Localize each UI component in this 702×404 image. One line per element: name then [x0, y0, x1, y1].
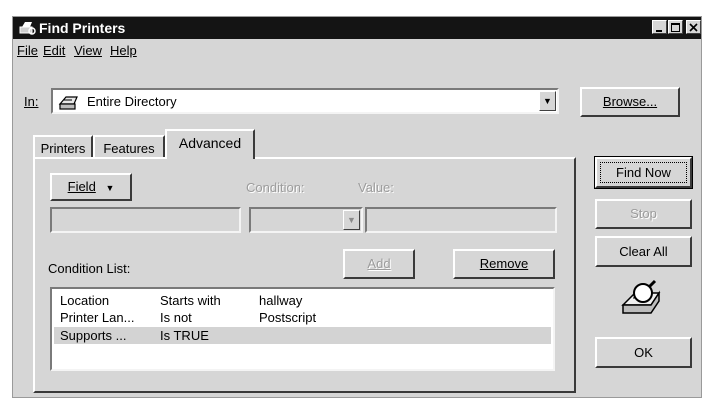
browse-button[interactable]: Browse... [580, 87, 680, 117]
menu-view[interactable]: View [74, 43, 102, 58]
maximize-icon [671, 23, 680, 32]
tab-features[interactable]: Features [93, 135, 165, 157]
chevron-down-icon: ▼ [105, 183, 115, 193]
condition-list[interactable]: Location Starts with hallway Printer Lan… [50, 287, 555, 371]
close-button[interactable] [686, 20, 701, 34]
scope-value: Entire Directory [87, 94, 177, 109]
tab-advanced[interactable]: Advanced [165, 129, 255, 159]
find-now-button[interactable]: Find Now [594, 156, 693, 189]
clear-all-button[interactable]: Clear All [595, 236, 692, 267]
close-icon [689, 23, 698, 32]
condition-dropdown[interactable]: ▼ [249, 207, 363, 233]
list-item[interactable]: Printer Lan... Is not Postscript [54, 309, 551, 326]
field-input[interactable] [50, 207, 241, 233]
add-button[interactable]: Add [343, 249, 415, 279]
window-title: Find Printers [39, 20, 126, 36]
condition-list-label: Condition List: [48, 261, 131, 276]
printer-search-icon [621, 279, 661, 314]
menu-file[interactable]: File [17, 43, 38, 58]
value-label: Value: [358, 180, 394, 195]
tab-printers[interactable]: Printers [33, 135, 93, 157]
list-item[interactable]: Location Starts with hallway [54, 292, 551, 309]
chevron-down-icon[interactable]: ▼ [539, 91, 556, 111]
field-button[interactable]: Field ▼ [50, 173, 132, 201]
find-printers-dialog: Find Printers File Edit View Help In: En… [12, 16, 702, 398]
menu-edit[interactable]: Edit [43, 43, 65, 58]
find-printer-icon [19, 22, 36, 35]
maximize-button[interactable] [668, 20, 683, 34]
minimize-icon [656, 30, 662, 32]
title-bar[interactable]: Find Printers [13, 17, 701, 39]
scope-dropdown[interactable]: Entire Directory ▼ [51, 88, 559, 114]
printer-icon [58, 96, 78, 110]
minimize-button[interactable] [652, 20, 667, 34]
ok-button[interactable]: OK [595, 337, 692, 368]
chevron-down-icon: ▼ [343, 210, 360, 230]
menu-help[interactable]: Help [110, 43, 137, 58]
condition-label: Condition: [246, 180, 305, 195]
value-input[interactable] [365, 207, 557, 233]
menu-bar: File Edit View Help [13, 41, 701, 61]
in-label: In: [24, 94, 39, 109]
remove-button[interactable]: Remove [453, 249, 555, 279]
list-item-selected[interactable]: Supports ... Is TRUE [54, 327, 551, 344]
stop-button[interactable]: Stop [595, 199, 692, 229]
